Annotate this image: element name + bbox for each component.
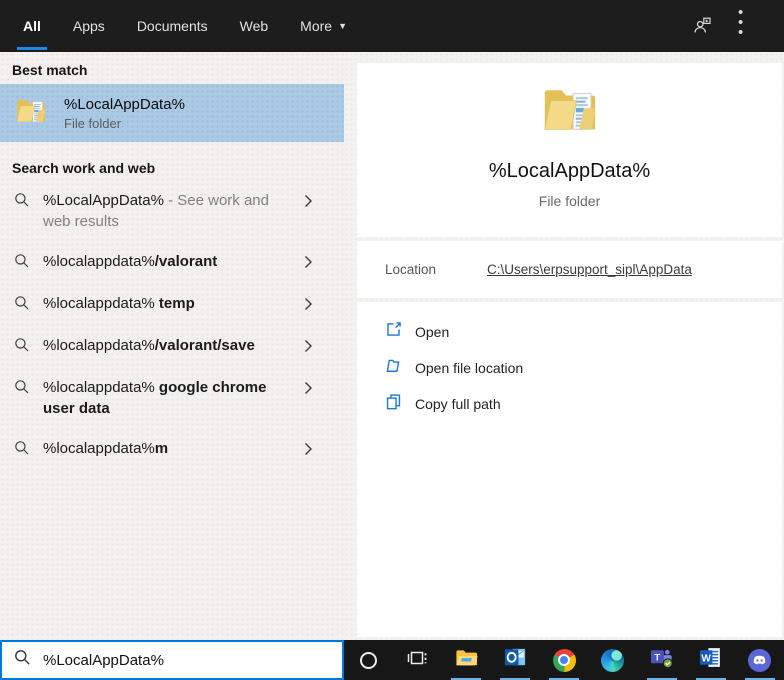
chevron-down-icon: ▼: [338, 21, 347, 31]
copy-icon: [385, 393, 402, 415]
action-open-file-location-label: Open file location: [415, 360, 524, 376]
search-web-heading: Search work and web: [12, 160, 156, 176]
tab-documents[interactable]: Documents: [136, 0, 209, 52]
svg-text:W: W: [702, 654, 712, 665]
folder-icon: [539, 79, 601, 146]
svg-text:T: T: [655, 653, 661, 664]
location-row: Location C:\Users\erpsupport_sipl\AppDat…: [357, 241, 782, 298]
suggestion-row[interactable]: %localappdata% google chrome user data: [0, 369, 344, 427]
open-file-location-icon: [385, 357, 402, 379]
taskbar-file-explorer-button[interactable]: [442, 640, 491, 680]
taskbar-word-button[interactable]: W: [686, 640, 735, 680]
tab-apps-label: Apps: [72, 18, 105, 34]
suggestion-query: %localappdata%: [43, 337, 155, 354]
tab-documents-label: Documents: [136, 18, 208, 34]
suggestion-query: %localappdata%: [43, 379, 159, 396]
search-tabs: All Apps Documents Web More ▼: [0, 0, 378, 52]
search-icon: [14, 379, 30, 400]
best-match-item[interactable]: %LocalAppData% File folder: [0, 84, 344, 142]
tab-more-label: More: [300, 18, 333, 34]
preview-panel: %LocalAppData% File folder Location C:\U…: [344, 52, 784, 640]
search-input[interactable]: [43, 651, 342, 669]
taskbar-task-view-button[interactable]: [393, 640, 442, 680]
taskbar-teams-button[interactable]: T: [637, 640, 686, 680]
action-open[interactable]: Open: [357, 314, 782, 350]
chevron-right-icon[interactable]: [303, 255, 313, 274]
best-match-heading: Best match: [12, 62, 88, 78]
taskbar-outlook-button[interactable]: [491, 640, 540, 680]
preview-title: %LocalAppData%: [488, 160, 651, 182]
folder-icon: [14, 94, 48, 133]
search-icon: [14, 192, 30, 213]
search-icon: [14, 337, 30, 358]
suggestion-row[interactable]: %localappdata%m: [0, 430, 344, 469]
suggestion-query: %localappdata%: [43, 440, 155, 457]
more-options-icon[interactable]: • • •: [738, 5, 760, 40]
preview-hero: %LocalAppData% File folder: [357, 63, 782, 237]
open-icon: [385, 321, 402, 343]
chrome-icon: [552, 648, 576, 672]
search-icon: [2, 649, 31, 671]
tab-all-label: All: [23, 18, 41, 34]
suggestion-completion: m: [154, 440, 169, 457]
suggestion-query: %LocalAppData%: [43, 192, 164, 209]
search-icon: [14, 253, 30, 274]
chevron-right-icon[interactable]: [303, 194, 313, 213]
tab-web[interactable]: Web: [239, 0, 270, 52]
chevron-right-icon[interactable]: [303, 442, 313, 461]
taskbar-chrome-button[interactable]: [540, 640, 589, 680]
header-icons: • • •: [692, 5, 784, 40]
taskbar-discord-button[interactable]: [735, 640, 784, 680]
taskbar-edge-button[interactable]: [588, 640, 637, 680]
search-icon: [14, 295, 30, 316]
file-explorer-icon: [454, 645, 479, 675]
chevron-right-icon[interactable]: [303, 339, 313, 358]
task-view-icon: [406, 647, 428, 674]
chevron-right-icon[interactable]: [303, 297, 313, 316]
chevron-right-icon[interactable]: [303, 381, 313, 400]
suggestion-completion: /valorant: [154, 253, 218, 270]
tab-web-label: Web: [239, 18, 269, 34]
windows-search-flyout: All Apps Documents Web More ▼ • • • Best …: [0, 0, 784, 680]
suggestion-row[interactable]: %LocalAppData% - See work and web result…: [0, 182, 344, 240]
discord-icon: [748, 648, 772, 672]
action-open-file-location[interactable]: Open file location: [357, 350, 782, 386]
action-open-label: Open: [415, 324, 450, 340]
suggestion-completion: temp: [158, 295, 195, 312]
results-panel: Best match %LocalAppData% File folder Se…: [0, 52, 344, 640]
search-icon: [14, 440, 30, 461]
outlook-icon: [503, 645, 528, 675]
tab-apps[interactable]: Apps: [72, 0, 106, 52]
search-header: All Apps Documents Web More ▼ • • •: [0, 0, 784, 52]
word-icon: W: [698, 645, 723, 675]
preview-actions: Open Open file location Copy full path: [357, 302, 782, 637]
suggestion-row[interactable]: %localappdata% temp: [0, 285, 344, 324]
location-label: Location: [385, 262, 437, 277]
edge-icon: [601, 648, 625, 672]
cortana-icon: [359, 651, 377, 669]
suggestion-query: %localappdata%: [43, 253, 155, 270]
tab-all[interactable]: All: [22, 0, 42, 52]
preview-subtitle: File folder: [538, 193, 601, 209]
suggestion-row[interactable]: %localappdata%/valorant: [0, 243, 344, 282]
suggestion-query: %localappdata%: [43, 295, 159, 312]
preview-card: %LocalAppData% File folder Location C:\U…: [357, 63, 782, 637]
teams-icon: T: [649, 645, 674, 675]
suggestion-row[interactable]: %localappdata%/valorant/save: [0, 327, 344, 366]
taskbar: T W: [344, 640, 784, 680]
best-match-title: %LocalAppData%: [64, 95, 185, 113]
search-box: [0, 640, 344, 680]
best-match-subtitle: File folder: [64, 115, 122, 131]
action-copy-full-path[interactable]: Copy full path: [357, 386, 782, 422]
action-copy-full-path-label: Copy full path: [415, 396, 501, 412]
location-link[interactable]: C:\Users\erpsupport_sipl\AppData: [487, 262, 692, 277]
taskbar-cortana-button[interactable]: [344, 640, 393, 680]
tab-more[interactable]: More ▼: [299, 0, 348, 52]
suggestion-completion: /valorant/save: [154, 337, 255, 354]
account-icon[interactable]: [692, 15, 714, 37]
